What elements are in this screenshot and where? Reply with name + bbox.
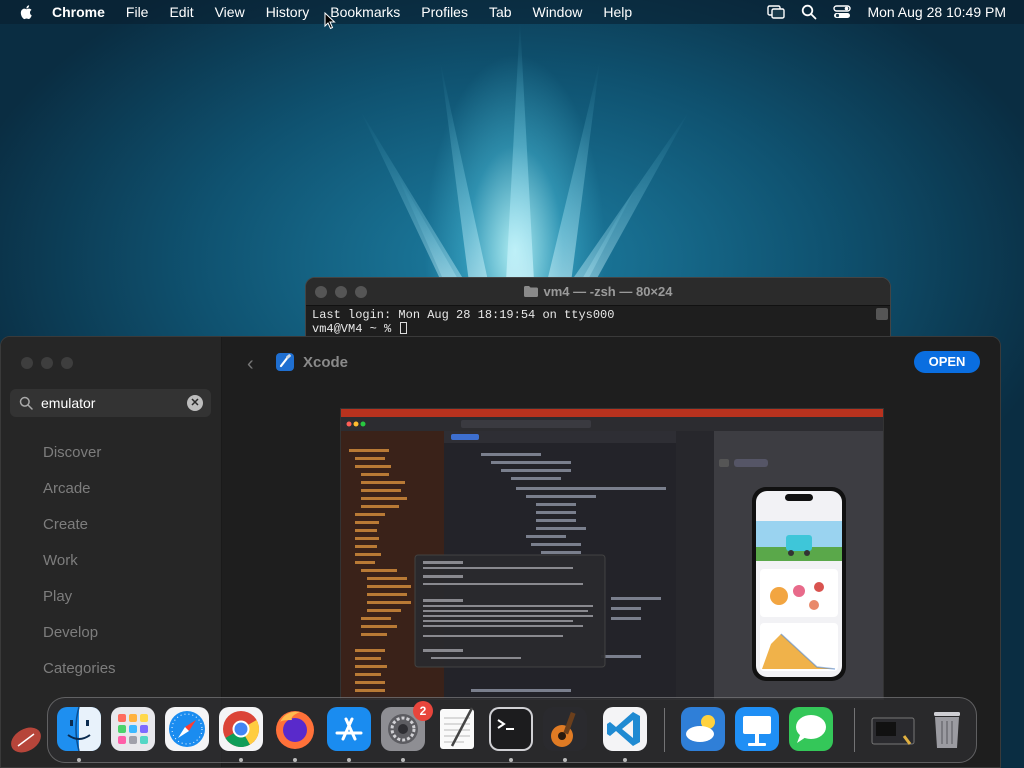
sidebar-item-play[interactable]: Play [43,585,116,621]
spotlight-search-icon[interactable] [801,4,817,20]
terminal-prompt-line[interactable]: vm4@VM4 ~ % [312,322,884,336]
apple-menu-icon[interactable] [19,4,35,20]
sidebar-item-discover[interactable]: Discover [43,441,116,477]
menu-bar: Chrome File Edit View History Bookmarks … [0,0,1024,24]
menu-bookmarks[interactable]: Bookmarks [330,4,400,20]
minimize-window-button[interactable] [41,357,53,369]
running-indicator [239,758,243,762]
terminal-prompt: vm4@VM4 ~ % [312,322,399,336]
launchpad-icon[interactable] [110,706,156,752]
app-screenshot[interactable] [340,408,884,700]
textedit-icon[interactable] [434,706,480,752]
sidebar-item-arcade[interactable]: Arcade [43,477,116,513]
running-indicator [509,758,513,762]
menubar-clock[interactable]: Mon Aug 28 10:49 PM [867,4,1006,20]
open-button[interactable]: OPEN [914,351,980,373]
sidebar-item-create[interactable]: Create [43,513,116,549]
notification-badge: 2 [413,701,433,721]
keynote-icon[interactable] [734,706,780,752]
downloads-stack-icon[interactable] [870,706,916,752]
clear-search-icon[interactable]: ✕ [187,395,203,411]
menu-edit[interactable]: Edit [169,4,193,20]
safari-icon[interactable] [164,706,210,752]
control-center-icon[interactable] [833,4,852,20]
running-indicator [563,758,567,762]
search-icon [19,396,33,410]
vscode-icon[interactable] [602,706,648,752]
close-window-button[interactable] [21,357,33,369]
garageband-icon[interactable] [542,706,588,752]
back-chevron-icon[interactable]: ‹ [247,353,254,376]
sidebar-nav: Discover Arcade Create Work Play Develop… [43,441,116,693]
messages-icon[interactable] [788,706,834,752]
running-indicator [77,758,81,762]
firefox-icon[interactable] [272,706,318,752]
terminal-window-controls [315,286,367,298]
terminal-scroller[interactable] [876,308,888,320]
menu-help[interactable]: Help [603,4,632,20]
running-indicator [347,758,351,762]
terminal-titlebar[interactable]: vm4 — -zsh — 80×24 [306,278,890,306]
screen-mirroring-icon[interactable] [767,5,786,19]
zoom-window-button[interactable] [355,286,367,298]
terminal-icon[interactable] [488,706,534,752]
zoom-window-button[interactable] [61,357,73,369]
weather-icon[interactable] [680,706,726,752]
running-indicator [623,758,627,762]
folder-icon [523,286,538,297]
xcode-app-icon [276,353,294,371]
app-store-window-controls [21,357,73,369]
mouse-pointer-icon [324,12,336,30]
terminal-title: vm4 — -zsh — 80×24 [523,284,673,299]
search-field[interactable]: ✕ [10,389,211,417]
app-store-icon[interactable] [326,706,372,752]
sidebar-item-categories[interactable]: Categories [43,657,116,693]
xcode-screenshot-image [341,409,883,699]
terminal-cursor [400,322,408,334]
app-title-row: Xcode [275,352,348,372]
app-title: Xcode [303,353,349,371]
close-window-button[interactable] [315,286,327,298]
terminal-line: Last login: Mon Aug 28 18:19:54 on ttys0… [312,308,615,322]
dock-separator [664,708,665,752]
terminal-title-text: vm4 — -zsh — 80×24 [543,284,673,299]
football-icon [11,727,41,753]
dock-separator [854,708,855,752]
running-indicator [401,758,405,762]
menu-profiles[interactable]: Profiles [421,4,468,20]
sidebar-item-develop[interactable]: Develop [43,621,116,657]
menu-view[interactable]: View [215,4,245,20]
chrome-icon[interactable] [218,706,264,752]
menu-app-name[interactable]: Chrome [52,4,105,20]
menu-file[interactable]: File [126,4,149,20]
menu-tab[interactable]: Tab [489,4,512,20]
dock [47,697,977,763]
finder-icon[interactable] [56,706,102,752]
running-indicator [293,758,297,762]
sidebar-item-work[interactable]: Work [43,549,116,585]
menu-history[interactable]: History [266,4,310,20]
menu-window[interactable]: Window [533,4,583,20]
terminal-output[interactable]: Last login: Mon Aug 28 18:19:54 on ttys0… [306,306,890,338]
trash-icon[interactable] [924,706,970,752]
minimize-window-button[interactable] [335,286,347,298]
search-input[interactable] [41,395,171,411]
